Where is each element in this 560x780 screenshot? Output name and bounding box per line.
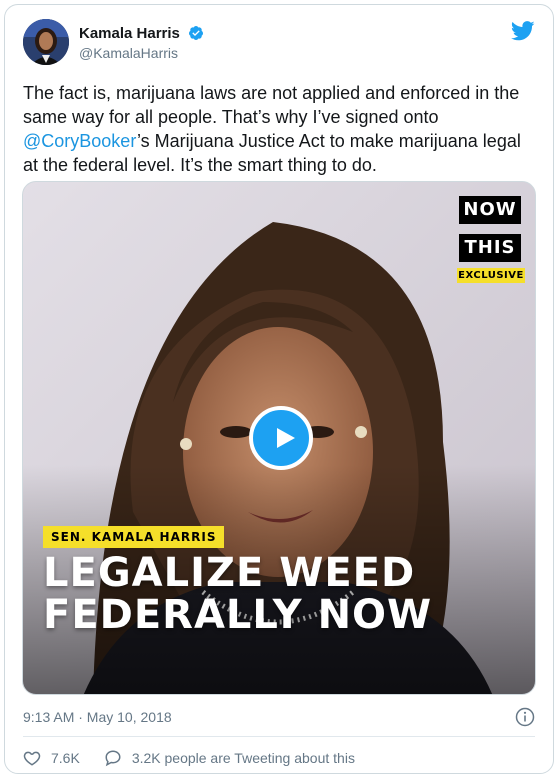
comment-text: 3.2K people are Tweeting about this: [131, 750, 355, 766]
tweet-actions: 7.6K 3.2K people are Tweeting about this: [23, 749, 355, 767]
twitter-bird-icon[interactable]: [510, 21, 535, 46]
video-player[interactable]: NOW THIS EXCLUSIVE SEN. KAMALA HARRIS LE…: [22, 181, 536, 695]
headline-line-1: LEGALIZE WEED: [43, 550, 416, 596]
play-button[interactable]: [249, 406, 313, 470]
author-handle[interactable]: @KamalaHarris: [79, 45, 178, 61]
play-icon: [277, 428, 295, 448]
tweet-card: Kamala Harris @KamalaHarris The fact is,…: [4, 4, 554, 774]
name-label: SEN. KAMALA HARRIS: [43, 526, 225, 548]
mention-link[interactable]: @CoryBooker: [23, 131, 137, 151]
like-button[interactable]: 7.6K: [23, 749, 80, 767]
comment-icon: [105, 750, 121, 767]
tweet-timestamp[interactable]: 9:13 AM · May 10, 2018: [23, 709, 172, 725]
nowthis-logo-this: THIS: [459, 234, 521, 262]
headline: LEGALIZE WEED FEDERALLY NOW: [43, 552, 432, 636]
author-name[interactable]: Kamala Harris: [79, 25, 204, 45]
divider: [23, 736, 535, 737]
verified-badge-icon: [188, 25, 204, 45]
comments-link[interactable]: 3.2K people are Tweeting about this: [104, 749, 355, 767]
exclusive-badge: EXCLUSIVE: [457, 268, 525, 283]
like-count: 7.6K: [51, 750, 80, 766]
nowthis-logo-now: NOW: [459, 196, 521, 224]
tweet-text-part-1: The fact is, marijuana laws are not appl…: [23, 83, 520, 127]
info-icon[interactable]: [515, 707, 535, 732]
avatar[interactable]: [23, 19, 69, 65]
author-name-text[interactable]: Kamala Harris: [79, 25, 180, 42]
headline-line-2: FEDERALLY NOW: [43, 592, 433, 638]
tweet-text: The fact is, marijuana laws are not appl…: [23, 81, 538, 177]
heart-icon: [23, 751, 41, 766]
